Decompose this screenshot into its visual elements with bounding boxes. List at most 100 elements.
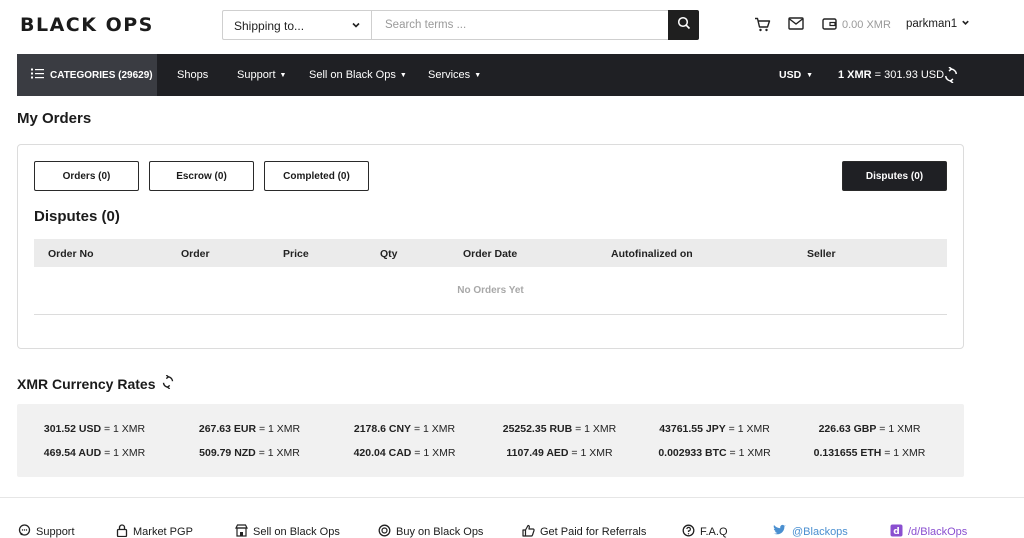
rate-amount: 420.04 CAD — [353, 447, 412, 459]
dread-icon: d — [890, 524, 903, 538]
cart-icon[interactable] — [754, 17, 771, 32]
caret-down-icon: ▼ — [399, 71, 407, 79]
footer-link-label: Buy on Black Ops — [396, 526, 484, 538]
tab-completed[interactable]: Completed (0) — [264, 161, 369, 191]
categories-button[interactable]: CATEGORIES (29629) — [17, 54, 157, 96]
rates-title: XMR Currency Rates — [17, 374, 174, 392]
nav-item-services[interactable]: Services ▼ — [428, 69, 481, 81]
search-button[interactable] — [668, 10, 699, 40]
footer-link-market-pgp[interactable]: Market PGP — [116, 524, 193, 538]
column-header-order-date: Order Date — [463, 248, 518, 260]
currency-rates-panel: 301.52 USD = 1 XMR 267.63 EUR = 1 XMR 21… — [17, 404, 964, 477]
mail-icon[interactable] — [788, 17, 804, 30]
rate-suffix: = 1 XMR — [101, 423, 146, 435]
list-icon — [31, 68, 44, 82]
rate-amount: 226.63 GBP — [818, 423, 877, 435]
tab-orders[interactable]: Orders (0) — [34, 161, 139, 191]
table-header: Order No Order Price Qty Order Date Auto… — [34, 239, 947, 267]
footer-link-faq[interactable]: F.A.Q — [682, 524, 728, 538]
rate-amount: 25252.35 RUB — [502, 423, 573, 435]
footer-link-label: @Blackops — [792, 526, 848, 538]
wallet-balance: 0.00 XMR — [842, 19, 891, 31]
rate-suffix: = 1 XMR — [881, 447, 926, 459]
exchange-rate: 1 XMR = 301.93 USD — [838, 69, 944, 81]
rate-amount: 1107.49 AED — [506, 447, 569, 459]
tab-escrow[interactable]: Escrow (0) — [149, 161, 254, 191]
page-title: My Orders — [17, 110, 92, 127]
rate-suffix: = 1 XMR — [725, 423, 770, 435]
rate-item: 420.04 CAD = 1 XMR — [327, 447, 482, 459]
rate-suffix: = 1 XMR — [572, 423, 617, 435]
rate-value: = 301.93 USD — [871, 69, 945, 81]
tab-disputes[interactable]: Disputes (0) — [842, 161, 947, 191]
column-header-order-no: Order No — [48, 248, 94, 260]
footer-link-referrals[interactable]: Get Paid for Referrals — [522, 524, 646, 538]
column-header-order: Order — [181, 248, 210, 260]
footer-link-twitter[interactable]: @Blackops — [772, 524, 848, 538]
footer-link-label: Support — [36, 526, 75, 538]
shipping-select-label: Shipping to... — [234, 19, 305, 33]
main-navbar: CATEGORIES (29629) Shops Support ▼ Sell … — [17, 54, 1024, 96]
rate-base: 1 XMR — [838, 69, 872, 81]
rate-suffix: = 1 XMR — [101, 447, 146, 459]
footer-link-label: Get Paid for Referrals — [540, 526, 647, 538]
empty-table-message: No Orders Yet — [34, 267, 947, 315]
caret-down-icon: ▼ — [279, 71, 287, 79]
rate-amount: 43761.55 JPY — [659, 423, 726, 435]
rate-item: 43761.55 JPY = 1 XMR — [637, 423, 792, 435]
rate-item: 2178.6 CNY = 1 XMR — [327, 423, 482, 435]
footer-link-sell[interactable]: Sell on Black Ops — [235, 524, 340, 538]
nav-item-support[interactable]: Support ▼ — [237, 69, 286, 81]
rate-item: 1107.49 AED = 1 XMR — [482, 447, 637, 459]
rate-amount: 267.63 EUR — [198, 423, 257, 435]
rate-suffix: = 1 XMR — [876, 423, 921, 435]
rate-amount: 469.54 AUD — [43, 447, 102, 459]
nav-item-sell[interactable]: Sell on Black Ops ▼ — [309, 69, 407, 81]
question-icon — [682, 524, 695, 538]
refresh-icon[interactable] — [944, 66, 958, 88]
rate-suffix: = 1 XMR — [256, 423, 301, 435]
refresh-icon[interactable] — [162, 374, 174, 392]
rate-amount: 0.002933 BTC — [658, 447, 727, 459]
lock-icon — [116, 524, 128, 538]
wallet-icon[interactable] — [822, 17, 837, 31]
rate-suffix: = 1 XMR — [411, 447, 456, 459]
categories-label: CATEGORIES (29629) — [50, 69, 153, 81]
currency-select[interactable]: USD ▼ — [779, 69, 813, 81]
nav-item-shops[interactable]: Shops — [177, 69, 208, 81]
store-icon — [235, 524, 248, 538]
rate-suffix: = 1 XMR — [568, 447, 613, 459]
rate-item: 0.131655 ETH = 1 XMR — [792, 447, 947, 459]
svg-text:d: d — [893, 527, 899, 537]
rate-amount: 509.79 NZD — [199, 447, 256, 459]
top-header: BLACK OPS Shipping to... 0.00 XMR parkma… — [0, 0, 1024, 54]
section-title: Disputes (0) — [34, 208, 120, 225]
rate-item: 509.79 NZD = 1 XMR — [172, 447, 327, 459]
site-logo[interactable]: BLACK OPS — [20, 14, 154, 36]
user-menu[interactable]: parkman1 — [906, 18, 970, 30]
currency-label: USD — [779, 69, 802, 81]
footer-link-buy[interactable]: Buy on Black Ops — [378, 524, 483, 538]
nav-item-label: Shops — [177, 69, 209, 81]
thumbs-up-icon — [522, 524, 535, 538]
column-header-price: Price — [283, 248, 309, 260]
rate-amount: 0.131655 ETH — [813, 447, 882, 459]
orders-card: Orders (0) Escrow (0) Completed (0) Disp… — [17, 144, 964, 349]
rate-item: 25252.35 RUB = 1 XMR — [482, 423, 637, 435]
shipping-select[interactable]: Shipping to... — [222, 10, 371, 40]
column-header-seller: Seller — [807, 248, 836, 260]
rate-suffix: = 1 XMR — [411, 423, 456, 435]
rate-suffix: = 1 XMR — [726, 447, 771, 459]
footer-link-support[interactable]: Support — [18, 524, 75, 538]
rate-item: 0.002933 BTC = 1 XMR — [637, 447, 792, 459]
nav-item-label: Sell on Black Ops — [309, 69, 396, 81]
search-input[interactable] — [371, 10, 669, 40]
rates-title-label: XMR Currency Rates — [17, 375, 156, 392]
username: parkman1 — [906, 18, 958, 30]
coin-icon — [378, 524, 391, 538]
chat-icon — [18, 524, 31, 538]
footer: Support Market PGP Sell on Black Ops Buy… — [0, 497, 1024, 538]
footer-link-label: Market PGP — [133, 526, 193, 538]
footer-link-dread[interactable]: d /d/BlackOps — [890, 524, 967, 538]
nav-item-label: Services — [428, 69, 471, 81]
